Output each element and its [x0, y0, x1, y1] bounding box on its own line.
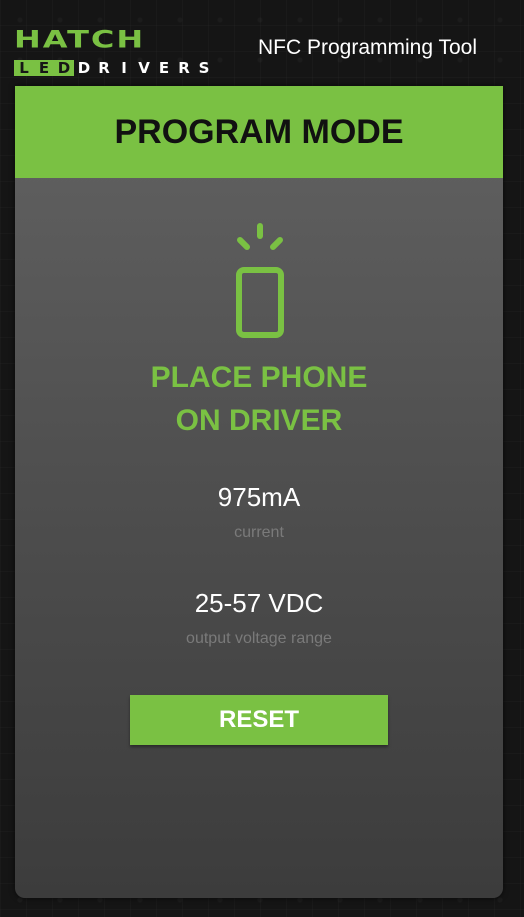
- logo-letter: E: [158, 59, 170, 77]
- banner-title: PROGRAM MODE: [114, 112, 404, 151]
- place-phone-instruction: PLACE PHONE ON DRIVER: [15, 356, 503, 442]
- reset-button[interactable]: RESET: [130, 695, 388, 745]
- program-card: PROGRAM MODE PLACE PHONE ON DRIVER 975mA…: [15, 86, 503, 898]
- voltage-caption: output voltage range: [186, 630, 332, 647]
- logo-letter: E: [34, 60, 54, 76]
- logo-letter: V: [138, 59, 150, 77]
- logo-letter: D: [77, 59, 91, 77]
- logo-letter: L: [14, 60, 34, 76]
- logo-wordmark: HATCH: [14, 25, 146, 54]
- app-header: HATCH L E D D R I V E R S NFC Programmin…: [0, 0, 524, 86]
- logo-letter: R: [178, 59, 190, 77]
- instruction-line-2: ON DRIVER: [175, 404, 343, 437]
- logo-letter: I: [121, 59, 127, 77]
- current-caption: current: [234, 524, 284, 541]
- logo-subtitle: L E D D R I V E R S: [14, 60, 214, 76]
- logo-letter: S: [198, 59, 210, 77]
- current-value: 975mA: [217, 482, 301, 512]
- hatch-logo: HATCH L E D D R I V E R S: [14, 25, 236, 76]
- phone-tap-icon: [236, 223, 284, 338]
- voltage-value: 25-57 VDC: [194, 588, 324, 618]
- instruction-line-1: PLACE PHONE: [150, 361, 368, 394]
- mode-banner: PROGRAM MODE: [15, 86, 503, 178]
- logo-letter: D: [54, 60, 74, 76]
- app-title: NFC Programming Tool: [258, 36, 478, 59]
- logo-letter: R: [98, 59, 110, 77]
